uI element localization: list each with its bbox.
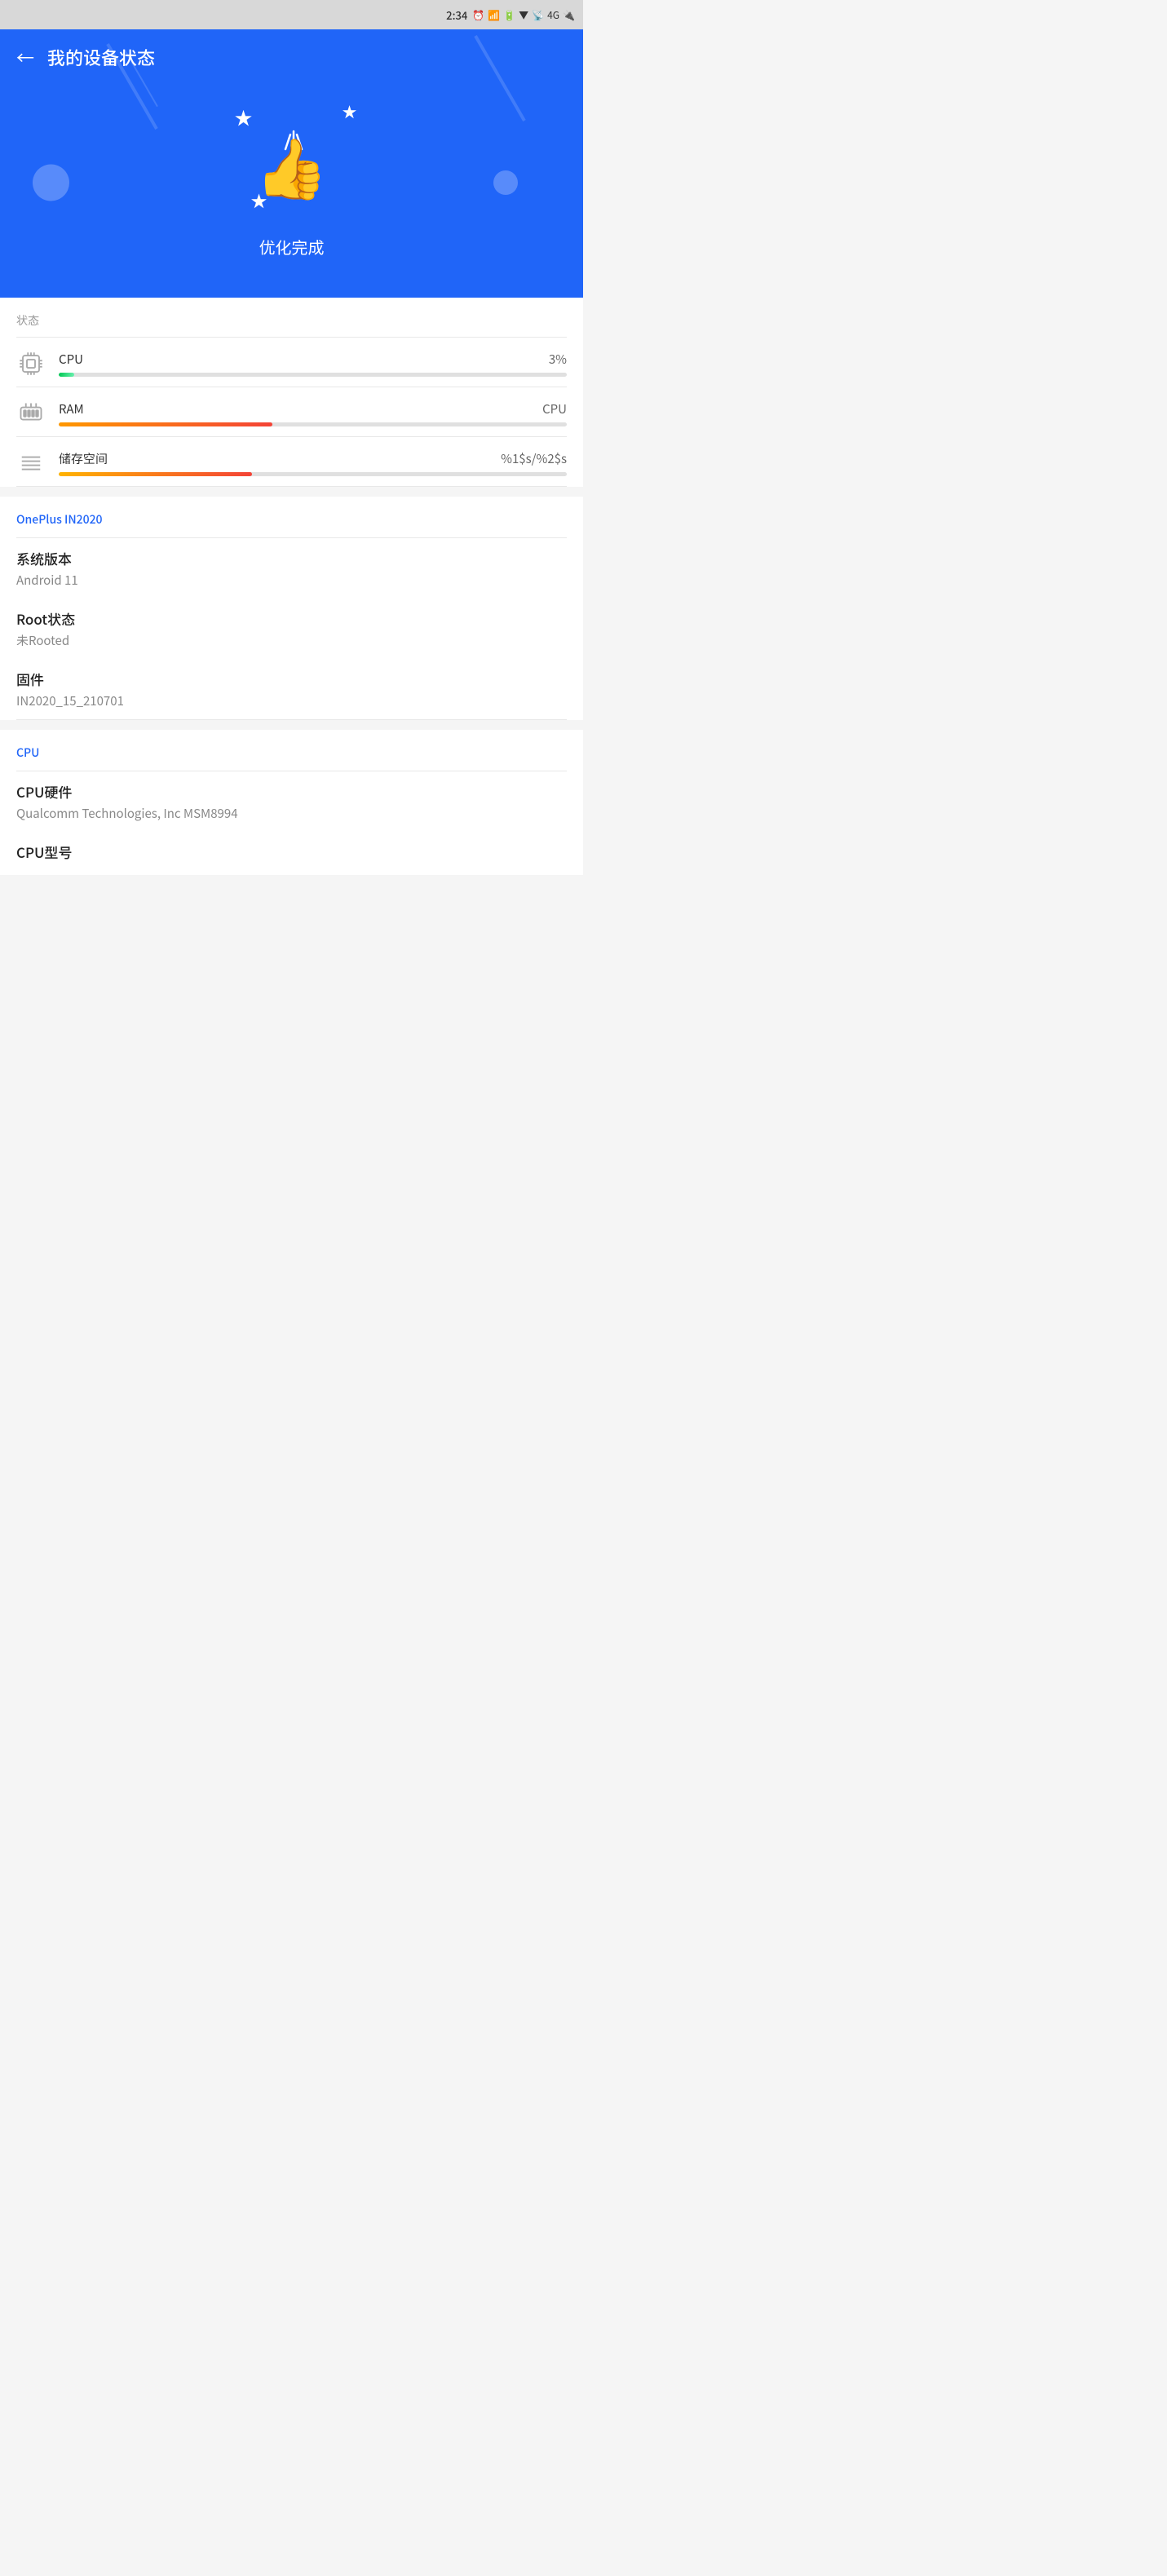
firmware-label: 固件 [16,669,567,689]
root-status-value: 未Rooted [16,632,567,649]
signal-icon: 📡 [532,8,544,22]
ram-progress-fill [59,422,272,426]
root-status-item: Root状态 未Rooted [0,599,583,659]
battery-icon: 🔌 [563,8,575,22]
orb-right-decoration [493,170,518,195]
4g-icon: 4G [547,8,559,22]
system-version-label: 系统版本 [16,548,567,568]
ram-item-content: RAM CPU [59,400,567,426]
back-button[interactable]: ← [16,44,34,70]
cpu-hardware-item: CPU硬件 Qualcomm Technologies, Inc MSM8994 [0,771,583,832]
status-section: 状态 CPU 3% [0,298,583,487]
status-bar: 2:34 ⏰ 📶 🔋 ▼ 📡 4G 🔌 [0,0,583,29]
root-status-label: Root状态 [16,608,567,629]
ram-value: CPU [542,400,567,418]
cpu-info-section: CPU CPU硬件 Qualcomm Technologies, Inc MSM… [0,730,583,875]
storage-progress-fill [59,472,252,476]
star-decoration-2: ★ [343,101,357,122]
cpu-item-content: CPU 3% [59,351,567,377]
storage-divider [16,486,567,487]
cpu-progress-fill [59,373,74,377]
ram-label: RAM [59,400,84,418]
cpu-hardware-label: CPU硬件 [16,781,567,802]
storage-progress-track [59,472,567,476]
cpu-icon-container [16,349,46,378]
ram-status-item: RAM CPU [0,387,583,436]
firmware-item: 固件 IN2020_15_210701 [0,659,583,719]
storage-label: 储存空间 [59,450,108,467]
system-version-value: Android 11 [16,572,567,589]
ram-icon-container [16,399,46,428]
firmware-value: IN2020_15_210701 [16,692,567,709]
cpu-icon [19,351,43,376]
system-version-item: 系统版本 Android 11 [0,538,583,599]
sim-icon: 📶 [488,8,500,22]
cpu-model-item: CPU型号 [0,832,583,875]
cpu-model-label: CPU型号 [16,842,567,862]
alarm-icon: ⏰ [472,8,484,22]
storage-icon [19,451,43,475]
device-bottom-divider [16,719,567,720]
device-info-section: OnePlus IN2020 系统版本 Android 11 Root状态 未R… [0,497,583,720]
banner-content: ★ ★ ★ 👍 优化完成 [16,90,567,275]
ram-progress-track [59,422,567,426]
banner-subtitle: 优化完成 [259,235,325,258]
orb-left-decoration [33,164,69,201]
cpu-section-header: CPU [0,730,583,771]
header-banner: ← 我的设备状态 ★ ★ ★ 👍 优化完成 [0,29,583,298]
storage-icon-container [16,448,46,478]
status-icons: ⏰ 📶 🔋 ▼ 📡 4G 🔌 [472,8,575,22]
page-title: 我的设备状态 [47,44,155,70]
cpu-hardware-value: Qualcomm Technologies, Inc MSM8994 [16,805,567,822]
status-time: 2:34 [446,7,467,23]
storage-value: %1$s/%2$s [501,450,567,467]
cpu-item-header: CPU 3% [59,351,567,368]
thumbs-up-container: ★ ★ ★ 👍 [210,98,374,228]
ram-item-header: RAM CPU [59,400,567,418]
cpu-status-item: CPU 3% [0,338,583,387]
thumbs-up-icon: 👍 [255,121,329,206]
cpu-progress-track [59,373,567,377]
device-section-header: OnePlus IN2020 [0,497,583,537]
ram-icon [19,401,43,426]
cpu-label: CPU [59,351,83,368]
storage-item-content: 储存空间 %1$s/%2$s [59,450,567,476]
storage-item-header: 储存空间 %1$s/%2$s [59,450,567,467]
status-section-label: 状态 [0,298,583,337]
battery-save-icon: 🔋 [503,8,515,22]
storage-status-item: 储存空间 %1$s/%2$s [0,437,583,486]
cpu-value: 3% [549,351,567,368]
star-decoration-1: ★ [235,104,253,130]
wifi-icon: ▼ [519,8,528,22]
